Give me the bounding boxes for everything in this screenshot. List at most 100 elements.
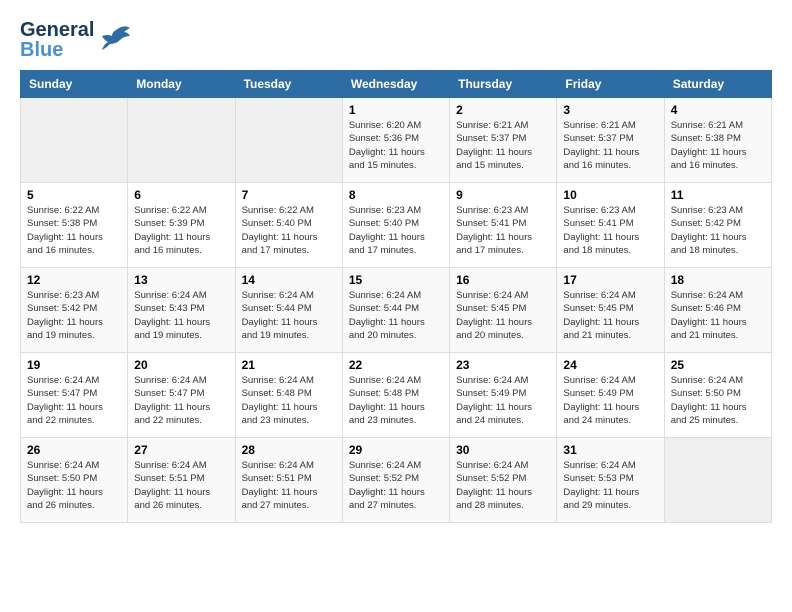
header: General Blue	[20, 20, 772, 60]
day-number: 2	[456, 103, 550, 117]
day-info: Sunrise: 6:24 AMSunset: 5:51 PMDaylight:…	[134, 459, 228, 512]
day-number: 4	[671, 103, 765, 117]
day-number: 22	[349, 358, 443, 372]
calendar-cell: 26 Sunrise: 6:24 AMSunset: 5:50 PMDayligh…	[21, 438, 128, 523]
day-number: 20	[134, 358, 228, 372]
logo-blue: Blue	[20, 40, 94, 60]
calendar-cell: 6 Sunrise: 6:22 AMSunset: 5:39 PMDaylight…	[128, 183, 235, 268]
calendar-week-2: 5 Sunrise: 6:22 AMSunset: 5:38 PMDaylight…	[21, 183, 772, 268]
day-info: Sunrise: 6:21 AMSunset: 5:37 PMDaylight:…	[456, 119, 550, 172]
calendar-cell: 19Sunrise: 6:24 AMSunset: 5:47 PMDayligh…	[21, 353, 128, 438]
day-number: 24	[563, 358, 657, 372]
calendar-cell: 21 Sunrise: 6:24 AMSunset: 5:48 PMDayligh…	[235, 353, 342, 438]
day-info: Sunrise: 6:24 AMSunset: 5:47 PMDaylight:…	[27, 374, 121, 427]
day-info: Sunrise: 6:23 AMSunset: 5:42 PMDaylight:…	[671, 204, 765, 257]
calendar-cell: 10 Sunrise: 6:23 AMSunset: 5:41 PMDayligh…	[557, 183, 664, 268]
day-info: Sunrise: 6:24 AMSunset: 5:43 PMDaylight:…	[134, 289, 228, 342]
day-info: Sunrise: 6:22 AMSunset: 5:39 PMDaylight:…	[134, 204, 228, 257]
weekday-header-friday: Friday	[557, 71, 664, 98]
calendar-cell: 8Sunrise: 6:23 AMSunset: 5:40 PMDaylight…	[342, 183, 449, 268]
calendar-week-5: 26 Sunrise: 6:24 AMSunset: 5:50 PMDayligh…	[21, 438, 772, 523]
day-info: Sunrise: 6:24 AMSunset: 5:49 PMDaylight:…	[456, 374, 550, 427]
calendar-week-4: 19Sunrise: 6:24 AMSunset: 5:47 PMDayligh…	[21, 353, 772, 438]
calendar-cell: 11 Sunrise: 6:23 AMSunset: 5:42 PMDayligh…	[664, 183, 771, 268]
weekday-header-tuesday: Tuesday	[235, 71, 342, 98]
day-info: Sunrise: 6:24 AMSunset: 5:48 PMDaylight:…	[242, 374, 336, 427]
day-info: Sunrise: 6:24 AMSunset: 5:44 PMDaylight:…	[349, 289, 443, 342]
calendar-cell: 22 Sunrise: 6:24 AMSunset: 5:48 PMDayligh…	[342, 353, 449, 438]
calendar-cell: 30 Sunrise: 6:24 AMSunset: 5:52 PMDayligh…	[450, 438, 557, 523]
day-info: Sunrise: 6:24 AMSunset: 5:50 PMDaylight:…	[27, 459, 121, 512]
day-number: 14	[242, 273, 336, 287]
day-number: 6	[134, 188, 228, 202]
day-number: 31	[563, 443, 657, 457]
calendar-header-row: SundayMondayTuesdayWednesdayThursdayFrid…	[21, 71, 772, 98]
day-info: Sunrise: 6:24 AMSunset: 5:48 PMDaylight:…	[349, 374, 443, 427]
day-info: Sunrise: 6:24 AMSunset: 5:45 PMDaylight:…	[456, 289, 550, 342]
day-info: Sunrise: 6:24 AMSunset: 5:45 PMDaylight:…	[563, 289, 657, 342]
logo: General Blue	[20, 20, 132, 60]
calendar-cell: 9 Sunrise: 6:23 AMSunset: 5:41 PMDaylight…	[450, 183, 557, 268]
day-number: 27	[134, 443, 228, 457]
day-info: Sunrise: 6:24 AMSunset: 5:52 PMDaylight:…	[349, 459, 443, 512]
day-info: Sunrise: 6:24 AMSunset: 5:52 PMDaylight:…	[456, 459, 550, 512]
day-number: 21	[242, 358, 336, 372]
day-number: 10	[563, 188, 657, 202]
calendar-cell: 13 Sunrise: 6:24 AMSunset: 5:43 PMDayligh…	[128, 268, 235, 353]
calendar-cell: 1 Sunrise: 6:20 AMSunset: 5:36 PMDaylight…	[342, 98, 449, 183]
calendar-cell: 2 Sunrise: 6:21 AMSunset: 5:37 PMDaylight…	[450, 98, 557, 183]
day-info: Sunrise: 6:22 AMSunset: 5:38 PMDaylight:…	[27, 204, 121, 257]
calendar-cell: 28Sunrise: 6:24 AMSunset: 5:51 PMDayligh…	[235, 438, 342, 523]
day-info: Sunrise: 6:24 AMSunset: 5:44 PMDaylight:…	[242, 289, 336, 342]
day-number: 18	[671, 273, 765, 287]
day-number: 28	[242, 443, 336, 457]
calendar-cell: 17 Sunrise: 6:24 AMSunset: 5:45 PMDayligh…	[557, 268, 664, 353]
calendar-cell: 5 Sunrise: 6:22 AMSunset: 5:38 PMDaylight…	[21, 183, 128, 268]
calendar-cell: 31 Sunrise: 6:24 AMSunset: 5:53 PMDayligh…	[557, 438, 664, 523]
day-number: 5	[27, 188, 121, 202]
calendar-cell	[664, 438, 771, 523]
calendar-cell: 15Sunrise: 6:24 AMSunset: 5:44 PMDayligh…	[342, 268, 449, 353]
weekday-header-saturday: Saturday	[664, 71, 771, 98]
calendar-cell: 29 Sunrise: 6:24 AMSunset: 5:52 PMDayligh…	[342, 438, 449, 523]
day-number: 29	[349, 443, 443, 457]
calendar-week-1: 1 Sunrise: 6:20 AMSunset: 5:36 PMDaylight…	[21, 98, 772, 183]
calendar-page: General Blue SundayMondayTuesdayWednesda…	[0, 0, 792, 533]
day-info: Sunrise: 6:23 AMSunset: 5:40 PMDaylight:…	[349, 204, 443, 257]
calendar-table: SundayMondayTuesdayWednesdayThursdayFrid…	[20, 70, 772, 523]
calendar-cell: 23 Sunrise: 6:24 AMSunset: 5:49 PMDayligh…	[450, 353, 557, 438]
day-info: Sunrise: 6:23 AMSunset: 5:41 PMDaylight:…	[563, 204, 657, 257]
calendar-cell: 18 Sunrise: 6:24 AMSunset: 5:46 PMDayligh…	[664, 268, 771, 353]
day-info: Sunrise: 6:24 AMSunset: 5:50 PMDaylight:…	[671, 374, 765, 427]
weekday-header-wednesday: Wednesday	[342, 71, 449, 98]
day-number: 9	[456, 188, 550, 202]
day-number: 25	[671, 358, 765, 372]
calendar-cell: 24 Sunrise: 6:24 AMSunset: 5:49 PMDayligh…	[557, 353, 664, 438]
calendar-cell	[128, 98, 235, 183]
calendar-cell: 16Sunrise: 6:24 AMSunset: 5:45 PMDayligh…	[450, 268, 557, 353]
day-info: Sunrise: 6:23 AMSunset: 5:41 PMDaylight:…	[456, 204, 550, 257]
calendar-cell: 4 Sunrise: 6:21 AMSunset: 5:38 PMDaylight…	[664, 98, 771, 183]
day-info: Sunrise: 6:24 AMSunset: 5:53 PMDaylight:…	[563, 459, 657, 512]
logo-general: General	[20, 20, 94, 40]
weekday-header-sunday: Sunday	[21, 71, 128, 98]
day-number: 30	[456, 443, 550, 457]
day-info: Sunrise: 6:21 AMSunset: 5:37 PMDaylight:…	[563, 119, 657, 172]
calendar-cell: 25 Sunrise: 6:24 AMSunset: 5:50 PMDayligh…	[664, 353, 771, 438]
day-number: 17	[563, 273, 657, 287]
day-number: 13	[134, 273, 228, 287]
day-number: 7	[242, 188, 336, 202]
calendar-cell	[21, 98, 128, 183]
calendar-cell: 20Sunrise: 6:24 AMSunset: 5:47 PMDayligh…	[128, 353, 235, 438]
day-info: Sunrise: 6:24 AMSunset: 5:49 PMDaylight:…	[563, 374, 657, 427]
day-info: Sunrise: 6:24 AMSunset: 5:46 PMDaylight:…	[671, 289, 765, 342]
day-number: 11	[671, 188, 765, 202]
day-number: 23	[456, 358, 550, 372]
logo-bird-icon	[96, 22, 132, 58]
day-info: Sunrise: 6:21 AMSunset: 5:38 PMDaylight:…	[671, 119, 765, 172]
day-info: Sunrise: 6:20 AMSunset: 5:36 PMDaylight:…	[349, 119, 443, 172]
calendar-cell	[235, 98, 342, 183]
day-number: 26	[27, 443, 121, 457]
calendar-week-3: 12Sunrise: 6:23 AMSunset: 5:42 PMDayligh…	[21, 268, 772, 353]
day-number: 1	[349, 103, 443, 117]
